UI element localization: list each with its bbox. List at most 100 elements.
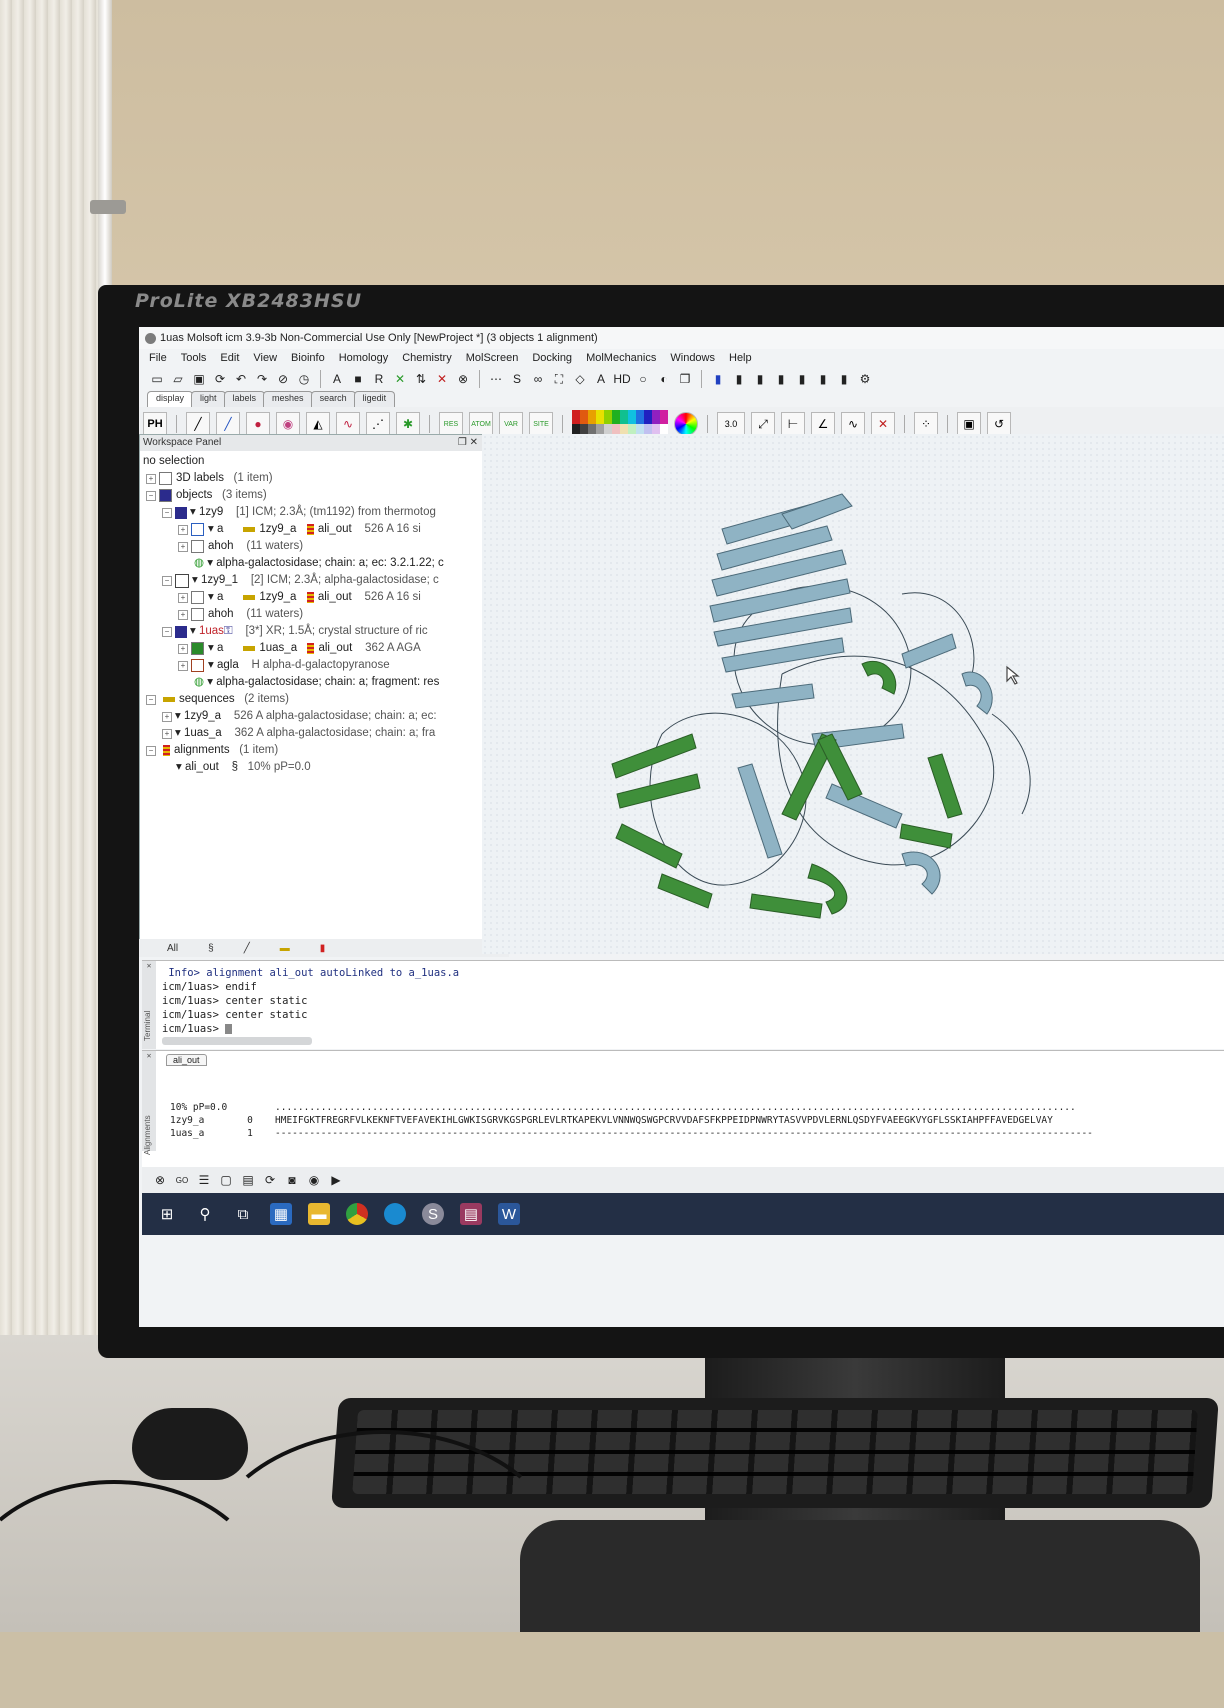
tab-display[interactable]: display [147, 391, 194, 407]
visibility-checkbox[interactable] [191, 540, 204, 553]
tree-row-waters[interactable]: + ahoh (11 waters) [140, 538, 482, 555]
alignment-panel[interactable]: ✕ Alignments ali_out 10% pP=0.0 ........… [142, 1050, 1224, 1186]
new-file-icon[interactable]: ▭ [149, 371, 165, 387]
layout-5-icon[interactable]: ▮ [794, 371, 810, 387]
tree-row-ligand[interactable]: + ▾ agla H alpha-d-galactopyranose [140, 657, 482, 674]
terminal-prompt-row[interactable]: icm/1uas> [162, 1022, 459, 1036]
collapse-icon[interactable]: − [162, 575, 172, 586]
redo-icon[interactable]: ↷ [254, 371, 270, 387]
stop-icon[interactable]: ⊗ [152, 1172, 168, 1188]
copy-icon[interactable]: ❐ [677, 371, 693, 387]
text-icon[interactable]: A [593, 371, 609, 387]
zoom-icon[interactable]: ⊘ [275, 371, 291, 387]
ribbon-icon[interactable]: ∿ [336, 412, 360, 436]
swatch[interactable] [652, 410, 660, 424]
collapse-icon[interactable]: − [146, 694, 156, 705]
color-residue-icon[interactable]: RES [439, 412, 463, 436]
menu-tools[interactable]: Tools [181, 352, 207, 364]
swatch[interactable] [636, 410, 644, 424]
red-cross-icon[interactable]: ✕ [434, 371, 450, 387]
word-icon[interactable]: W [498, 1203, 520, 1225]
reset-view-icon[interactable]: ↺ [987, 412, 1011, 436]
ph-button[interactable]: PH [143, 412, 167, 436]
clip-plane-icon[interactable]: ◇ [572, 371, 588, 387]
layout-2-icon[interactable]: ▮ [731, 371, 747, 387]
residue-icon[interactable]: R [371, 371, 387, 387]
terminal-scrollbar[interactable] [162, 1037, 312, 1045]
undo-icon[interactable]: ↶ [233, 371, 249, 387]
expand-icon[interactable]: + [162, 711, 172, 722]
swatch[interactable] [620, 410, 628, 424]
expand-icon[interactable]: + [178, 643, 188, 654]
file-explorer-icon[interactable]: ▬ [308, 1203, 330, 1225]
color-atom-icon[interactable]: ATOM [469, 412, 493, 436]
terminal-close-icon[interactable]: ✕ [142, 961, 156, 970]
tree-row-protein-info[interactable]: ◍ ▾ alpha-galactosidase; chain: a; ec: 3… [140, 555, 482, 572]
atom-label-icon[interactable]: A [329, 371, 345, 387]
menu-help[interactable]: Help [729, 352, 752, 364]
shadow-icon[interactable]: ◐ [656, 371, 672, 387]
skin-icon[interactable]: ✱ [396, 412, 420, 436]
select-icon[interactable]: S [509, 371, 525, 387]
swatch[interactable] [596, 410, 604, 424]
menu-molmechanics[interactable]: MolMechanics [586, 352, 656, 364]
store-icon[interactable]: ▦ [270, 1203, 292, 1225]
gear-icon[interactable]: ⚙ [857, 371, 873, 387]
tab-meshes[interactable]: meshes [263, 391, 313, 407]
layout-4-icon[interactable]: ▮ [773, 371, 789, 387]
hd-icon[interactable]: HD [613, 371, 630, 387]
visibility-checkbox[interactable] [191, 523, 204, 536]
tree-row-object-1uas[interactable]: − ▾ 1uas ⚿ [3*] XR; 1.5Å; crystal structur… [140, 623, 482, 640]
refresh-icon[interactable]: ⟳ [212, 371, 228, 387]
tree-row-chain[interactable]: + ▾ a 1zy9_a ali_out 526 A 16 si [140, 589, 482, 606]
collapse-icon[interactable]: − [162, 507, 172, 518]
ball-icon[interactable]: ● [246, 412, 270, 436]
archive-app-icon[interactable]: ▤ [460, 1203, 482, 1225]
expand-icon[interactable]: + [178, 524, 188, 535]
alignment-tab[interactable]: ali_out [166, 1054, 207, 1066]
distance-icon[interactable]: ⤢ [751, 412, 775, 436]
menu-bioinfo[interactable]: Bioinfo [291, 352, 325, 364]
size-select[interactable]: 3.0 [717, 412, 745, 436]
surface-icon[interactable]: ◭ [306, 412, 330, 436]
list-icon[interactable]: ☰ [196, 1172, 212, 1188]
filter-tab-sequences-icon[interactable]: ▬ [280, 943, 290, 954]
icm-app-icon[interactable]: S [422, 1203, 444, 1225]
go-icon[interactable]: GO [174, 1172, 190, 1188]
panel-close-icon[interactable]: ❐ ✕ [458, 435, 478, 451]
color-var-icon[interactable]: VAR [499, 412, 523, 436]
swatch[interactable] [572, 410, 580, 424]
add-atom-icon[interactable]: ■ [350, 371, 366, 387]
menu-windows[interactable]: Windows [670, 352, 715, 364]
menu-molscreen[interactable]: MolScreen [466, 352, 519, 364]
expand-icon[interactable]: + [178, 592, 188, 603]
history-icon[interactable]: ◷ [296, 371, 312, 387]
window-icon[interactable]: ▢ [218, 1172, 234, 1188]
fullscreen-icon[interactable]: ⛶ [551, 371, 567, 387]
save-icon[interactable]: ▣ [191, 371, 207, 387]
tree-row-objects[interactable]: − objects (3 items) [140, 487, 482, 504]
tree-row-alignments[interactable]: − alignments (1 item) [140, 742, 482, 759]
swatch[interactable] [588, 410, 596, 424]
tree-row-sequence[interactable]: + ▾ 1uas_a 362 A alpha-galactosidase; cha… [140, 725, 482, 742]
menu-file[interactable]: File [149, 352, 167, 364]
filter-tab-objects-icon[interactable]: ╱ [244, 943, 250, 954]
expand-icon[interactable]: + [178, 541, 188, 552]
swatch[interactable] [580, 410, 588, 424]
wire-icon[interactable]: ╱ [186, 412, 210, 436]
remove-measure-icon[interactable]: ✕ [871, 412, 895, 436]
tree-row-sequence[interactable]: + ▾ 1zy9_a 526 A alpha-galactosidase; cha… [140, 708, 482, 725]
tree-row-object-1zy9-1[interactable]: − ▾ 1zy9_1 [2] ICM; 2.3Å; alpha-galactosi… [140, 572, 482, 589]
cancel-icon[interactable]: ⊗ [455, 371, 471, 387]
tree-row-sequences[interactable]: − sequences (2 items) [140, 691, 482, 708]
filter-tab-tables-icon[interactable]: ▮ [320, 943, 326, 954]
visibility-checkbox[interactable] [191, 659, 204, 672]
glasses-icon[interactable]: ∞ [530, 371, 546, 387]
visibility-checkbox[interactable] [191, 642, 204, 655]
grid-view-icon[interactable]: ▤ [240, 1172, 256, 1188]
alignment-row[interactable]: 1uas_a 1 -------------------------------… [170, 1127, 1224, 1140]
expand-icon[interactable]: + [178, 660, 188, 671]
swatch[interactable] [644, 410, 652, 424]
visibility-checkbox[interactable] [159, 472, 172, 485]
filter-tab-alignments-icon[interactable]: § [208, 943, 214, 954]
